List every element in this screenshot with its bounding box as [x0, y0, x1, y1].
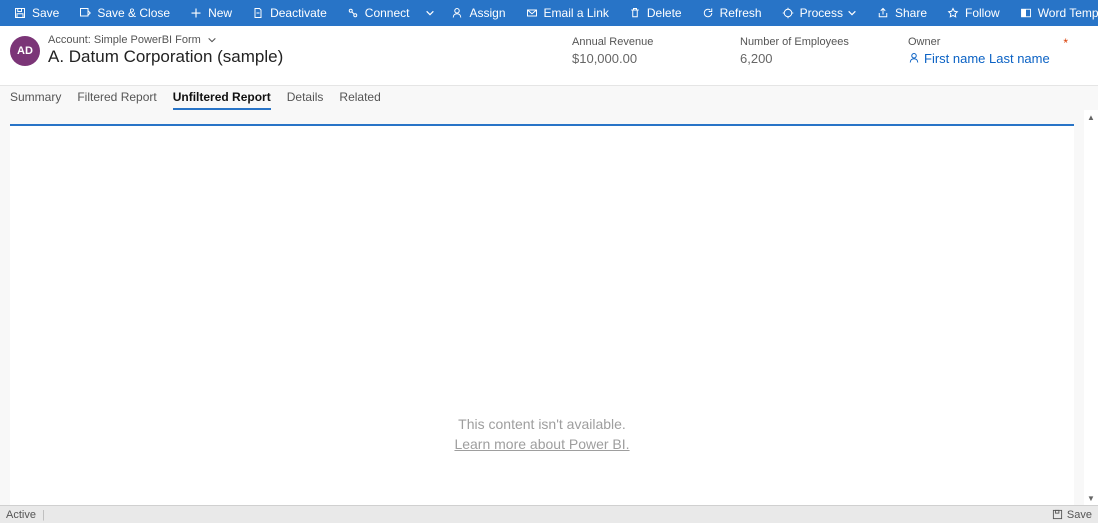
required-indicator: *	[1063, 36, 1068, 50]
word-icon	[1020, 7, 1032, 19]
learn-more-link[interactable]: Learn more about Power BI.	[454, 436, 629, 452]
owner-name: First name Last name	[924, 51, 1050, 66]
tab-bar: Summary Filtered Report Unfiltered Repor…	[0, 86, 1098, 110]
delete-icon	[629, 7, 641, 19]
avatar: AD	[10, 36, 40, 66]
share-label: Share	[895, 6, 927, 20]
delete-button[interactable]: Delete	[619, 0, 692, 26]
deactivate-button[interactable]: Deactivate	[242, 0, 337, 26]
follow-button[interactable]: Follow	[937, 0, 1010, 26]
deactivate-icon	[252, 7, 264, 19]
scroll-up-arrow[interactable]: ▲	[1084, 110, 1098, 124]
word-templates-button[interactable]: Word Templates	[1010, 0, 1098, 26]
connect-button[interactable]: Connect	[337, 0, 420, 26]
delete-label: Delete	[647, 6, 682, 20]
owner-field: Owner * First name Last name	[908, 36, 1068, 66]
process-icon	[782, 7, 794, 19]
email-icon	[526, 7, 538, 19]
deactivate-label: Deactivate	[270, 6, 327, 20]
command-bar: Save Save & Close New Deactivate Connect…	[0, 0, 1098, 26]
num-employees-field: Number of Employees 6,200	[740, 36, 900, 66]
tab-details[interactable]: Details	[287, 86, 324, 110]
tab-related[interactable]: Related	[339, 86, 380, 110]
unavailable-message: This content isn't available. Learn more…	[454, 416, 629, 452]
save-close-label: Save & Close	[97, 6, 170, 20]
new-label: New	[208, 6, 232, 20]
connect-icon	[347, 7, 359, 19]
connect-label: Connect	[365, 6, 410, 20]
save-icon	[14, 7, 26, 19]
email-link-button[interactable]: Email a Link	[516, 0, 619, 26]
star-icon	[947, 7, 959, 19]
annual-revenue-field: Annual Revenue $10,000.00	[572, 36, 732, 66]
plus-icon	[190, 7, 202, 19]
record-status: Active	[6, 509, 36, 521]
save-label: Save	[32, 6, 59, 20]
report-panel: This content isn't available. Learn more…	[10, 124, 1074, 505]
record-header: AD Account: Simple PowerBI Form A. Datum…	[0, 26, 1098, 86]
chevron-down-icon	[847, 8, 857, 18]
annual-revenue-label: Annual Revenue	[572, 36, 732, 48]
vertical-scrollbar[interactable]: ▲ ▼	[1084, 110, 1098, 505]
share-button[interactable]: Share	[867, 0, 937, 26]
annual-revenue-value[interactable]: $10,000.00	[572, 51, 732, 66]
num-employees-value[interactable]: 6,200	[740, 51, 900, 66]
avatar-initials: AD	[17, 45, 33, 57]
person-icon	[908, 52, 920, 64]
form-switcher[interactable]: Account: Simple PowerBI Form	[48, 34, 283, 46]
process-button[interactable]: Process	[772, 0, 867, 26]
status-save-button[interactable]: Save	[1052, 509, 1092, 521]
save-icon	[1052, 509, 1063, 520]
tab-filtered-report[interactable]: Filtered Report	[77, 86, 156, 110]
save-close-button[interactable]: Save & Close	[69, 0, 180, 26]
tab-summary[interactable]: Summary	[10, 86, 61, 110]
assign-label: Assign	[469, 6, 505, 20]
tab-unfiltered-report[interactable]: Unfiltered Report	[173, 86, 271, 110]
chevron-down-icon	[207, 35, 217, 45]
status-save-label: Save	[1067, 509, 1092, 521]
email-link-label: Email a Link	[544, 6, 609, 20]
scroll-down-arrow[interactable]: ▼	[1084, 491, 1098, 505]
num-employees-label: Number of Employees	[740, 36, 900, 48]
form-label: Account: Simple PowerBI Form	[48, 34, 201, 46]
scroll-track[interactable]	[1084, 124, 1098, 491]
save-button[interactable]: Save	[4, 0, 69, 26]
unavailable-text: This content isn't available.	[454, 416, 629, 432]
content-area: This content isn't available. Learn more…	[0, 110, 1084, 505]
connect-dropdown[interactable]	[419, 0, 441, 26]
new-button[interactable]: New	[180, 0, 242, 26]
share-icon	[877, 7, 889, 19]
process-label: Process	[800, 6, 843, 20]
assign-icon	[451, 7, 463, 19]
owner-value[interactable]: First name Last name	[908, 51, 1068, 66]
assign-button[interactable]: Assign	[441, 0, 515, 26]
status-bar: Active | Save	[0, 505, 1098, 523]
status-divider: |	[42, 509, 45, 521]
follow-label: Follow	[965, 6, 1000, 20]
record-title-block: Account: Simple PowerBI Form A. Datum Co…	[48, 34, 283, 67]
header-fields: Annual Revenue $10,000.00 Number of Empl…	[572, 36, 1086, 66]
owner-label: Owner *	[908, 36, 1068, 48]
refresh-label: Refresh	[720, 6, 762, 20]
chevron-down-icon	[425, 8, 435, 18]
record-name: A. Datum Corporation (sample)	[48, 47, 283, 67]
refresh-button[interactable]: Refresh	[692, 0, 772, 26]
save-close-icon	[79, 7, 91, 19]
refresh-icon	[702, 7, 714, 19]
word-templates-label: Word Templates	[1038, 6, 1098, 20]
